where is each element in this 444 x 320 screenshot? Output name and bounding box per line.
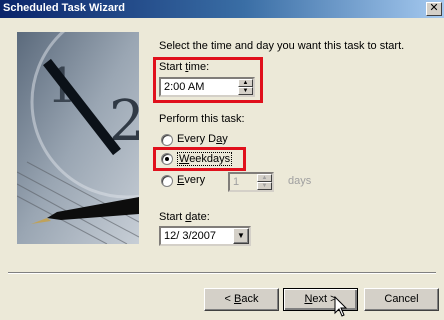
radio-every-day[interactable] [161, 134, 173, 146]
window-title: Scheduled Task Wizard [3, 2, 125, 14]
spin-up-icon: ▲ [257, 174, 272, 182]
start-time-arrows[interactable]: ▲ ▼ [238, 79, 253, 95]
start-date-value[interactable]: 12/ 3/2007 [164, 230, 216, 242]
every-days-arrows: ▲ ▼ [257, 174, 272, 190]
every-days-value: 1 [233, 176, 240, 188]
label-every-day[interactable]: Every Day [177, 133, 228, 145]
wizard-clock-pen-image: 2 1 [17, 32, 139, 244]
start-time-spinner[interactable]: 2:00 AM ▲ ▼ [159, 77, 255, 97]
spin-down-icon[interactable]: ▼ [238, 87, 253, 95]
start-time-label: Start time: [159, 61, 210, 73]
radio-every-n-days[interactable] [161, 175, 173, 187]
every-days-unit: days [288, 175, 312, 187]
label-weekdays[interactable]: Weekdays [177, 152, 233, 166]
separator [8, 272, 436, 274]
spin-up-icon[interactable]: ▲ [238, 79, 253, 87]
perform-heading: Perform this task: [159, 113, 245, 125]
back-button[interactable]: < Back [204, 288, 279, 311]
spin-down-icon: ▼ [257, 182, 272, 190]
every-days-spinner: 1 ▲ ▼ [228, 172, 274, 192]
instruction-text: Select the time and day you want this ta… [159, 40, 405, 52]
cancel-button[interactable]: Cancel [364, 288, 439, 311]
label-every[interactable]: Every [177, 174, 205, 186]
title-bar: Scheduled Task Wizard ✕ [0, 0, 444, 18]
chevron-down-icon[interactable]: ▼ [233, 228, 249, 244]
start-date-picker[interactable]: 12/ 3/2007 ▼ [159, 226, 251, 246]
radio-weekdays[interactable] [161, 153, 173, 165]
wizard-window: Scheduled Task Wizard ✕ 2 1 [0, 0, 444, 320]
mouse-cursor-icon [334, 296, 348, 317]
start-date-label: Start date: [159, 211, 210, 223]
start-time-value[interactable]: 2:00 AM [164, 81, 204, 93]
close-button[interactable]: ✕ [426, 2, 442, 16]
